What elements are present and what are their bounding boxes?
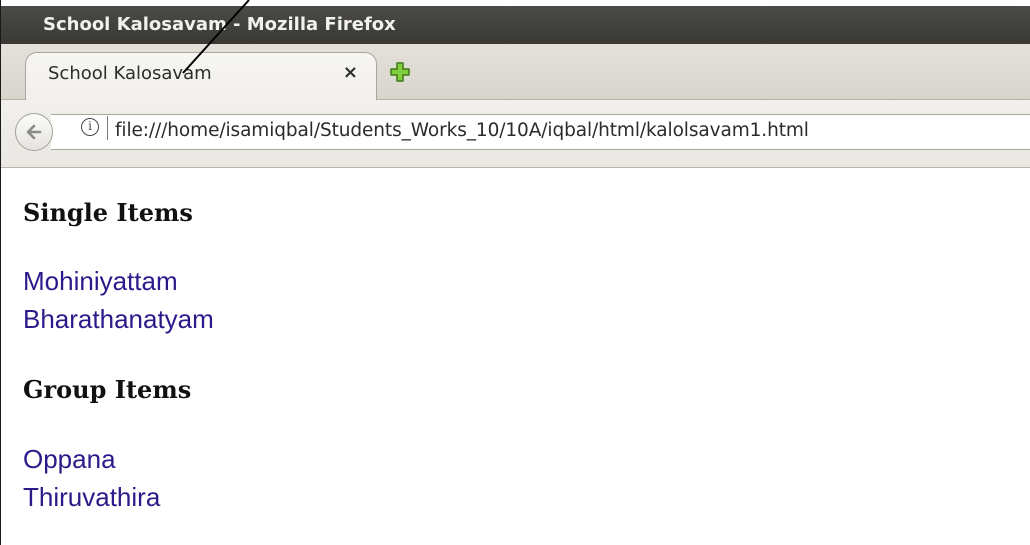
url-text[interactable]: file:///home/isamiqbal/Students_Works_10… [115,120,809,141]
plus-icon[interactable] [389,61,411,83]
back-arrow-icon [26,124,42,140]
page-content: Single Items Mohiniyattam Bharathanatyam… [1,168,1030,545]
list-item-bharathanatyam[interactable]: Bharathanatyam [23,304,214,335]
section-heading-group: Group Items [23,375,192,404]
tab-label: School Kalosavam [48,63,212,84]
window-title: School Kalosavam - Mozilla Firefox [43,14,396,35]
tab-strip: School Kalosavam × [1,44,1030,100]
close-icon[interactable]: × [343,62,358,83]
title-bar: School Kalosavam - Mozilla Firefox [1,6,1030,44]
section-heading-single: Single Items [23,198,193,227]
tab-school-kalosavam[interactable]: School Kalosavam × [25,52,377,100]
list-item-mohiniyattam[interactable]: Mohiniyattam [23,266,178,297]
list-item-thiruvathira[interactable]: Thiruvathira [23,482,160,513]
back-button[interactable] [15,113,53,151]
url-separator [107,116,108,140]
list-item-oppana[interactable]: Oppana [23,444,116,475]
browser-window: School Kalosavam - Mozilla Firefox Schoo… [0,0,1030,545]
info-icon[interactable]: i [81,118,99,136]
